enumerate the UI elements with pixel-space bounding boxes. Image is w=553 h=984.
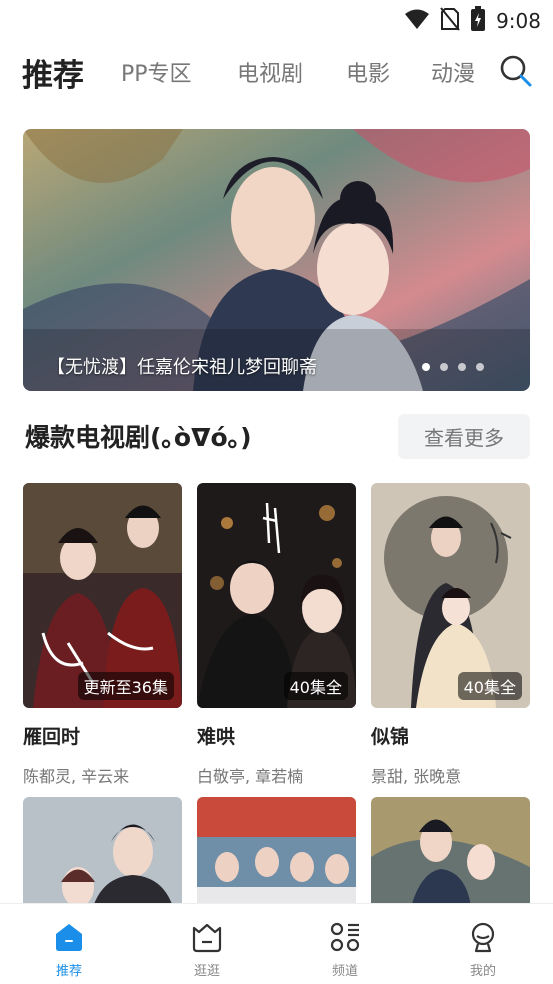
section-title: 爆款电视剧(｡òᐁó｡) bbox=[25, 423, 252, 452]
drama-card-partial[interactable] bbox=[23, 797, 182, 907]
bottom-nav-label: 频道 bbox=[331, 964, 358, 979]
channel-grid-icon bbox=[330, 922, 360, 952]
bottom-nav-label: 推荐 bbox=[55, 964, 82, 979]
banner-dot[interactable] bbox=[458, 363, 466, 371]
search-icon bbox=[500, 55, 532, 87]
poster: 40集全 bbox=[197, 483, 356, 708]
card-cast: 陈都灵, 辛云来 bbox=[23, 767, 130, 786]
poster: 更新至36集 bbox=[23, 483, 182, 708]
banner-dot[interactable] bbox=[440, 363, 448, 371]
episode-badge: 更新至36集 bbox=[77, 672, 174, 700]
drama-card[interactable]: 更新至36集 雁回时 陈都灵, 辛云来 bbox=[23, 483, 182, 787]
drama-card-partial[interactable] bbox=[197, 797, 356, 907]
tab-pp-zone[interactable]: PP专区 bbox=[121, 56, 192, 88]
banner-dot[interactable] bbox=[476, 363, 484, 371]
tab-anime[interactable]: 动漫 bbox=[431, 56, 475, 88]
card-cast: 白敬亭, 章若楠 bbox=[197, 767, 304, 786]
bottom-nav-recommend[interactable]: 推荐 bbox=[29, 920, 109, 979]
bottom-nav: 推荐 逛逛 频道 我的 bbox=[0, 903, 553, 984]
no-sim-icon bbox=[440, 7, 460, 35]
hero-banner[interactable]: 【无忧渡】任嘉伦宋祖儿梦回聊斋 bbox=[23, 129, 530, 391]
banner-image bbox=[23, 129, 530, 391]
episode-badge: 40集全 bbox=[283, 672, 348, 700]
search-button[interactable] bbox=[499, 54, 533, 88]
drama-card[interactable]: 40集全 难哄 白敬亭, 章若楠 bbox=[197, 483, 356, 787]
top-nav: 推荐 PP专区 电视剧 电影 动漫 bbox=[0, 48, 553, 96]
poster-image bbox=[371, 797, 530, 907]
drama-card-partial[interactable] bbox=[371, 797, 530, 907]
drama-card[interactable]: 40集全 似锦 景甜, 张晚意 bbox=[371, 483, 530, 787]
tab-recommend[interactable]: 推荐 bbox=[22, 50, 84, 95]
view-more-button[interactable]: 查看更多 bbox=[398, 414, 530, 459]
card-title: 似锦 bbox=[371, 726, 410, 748]
poster: 40集全 bbox=[371, 483, 530, 708]
banner-pagination bbox=[422, 363, 484, 371]
banner-caption: 【无忧渡】任嘉伦宋祖儿梦回聊斋 bbox=[47, 357, 317, 378]
card-title: 雁回时 bbox=[23, 726, 81, 748]
status-icons: 9:08 bbox=[404, 6, 541, 36]
card-title: 难哄 bbox=[197, 726, 236, 748]
tab-movies[interactable]: 电影 bbox=[346, 56, 390, 88]
bottom-nav-channels[interactable]: 频道 bbox=[305, 920, 385, 979]
battery-charging-icon bbox=[470, 6, 486, 36]
episode-badge: 40集全 bbox=[457, 672, 522, 700]
home-icon bbox=[56, 924, 82, 951]
status-time: 9:08 bbox=[496, 9, 541, 33]
bottom-nav-profile[interactable]: 我的 bbox=[443, 920, 523, 979]
basket-icon bbox=[192, 923, 222, 953]
bottom-nav-label: 我的 bbox=[469, 964, 496, 979]
poster-image bbox=[197, 797, 356, 907]
banner-dot[interactable] bbox=[422, 363, 430, 371]
profile-icon bbox=[471, 922, 495, 953]
card-cast: 景甜, 张晚意 bbox=[371, 767, 462, 786]
bottom-nav-browse[interactable]: 逛逛 bbox=[167, 920, 247, 979]
poster-image bbox=[23, 797, 182, 907]
bottom-nav-label: 逛逛 bbox=[193, 964, 220, 979]
tab-tv-series[interactable]: 电视剧 bbox=[237, 56, 303, 88]
wifi-icon bbox=[404, 8, 430, 34]
status-bar: 9:08 bbox=[0, 0, 553, 40]
